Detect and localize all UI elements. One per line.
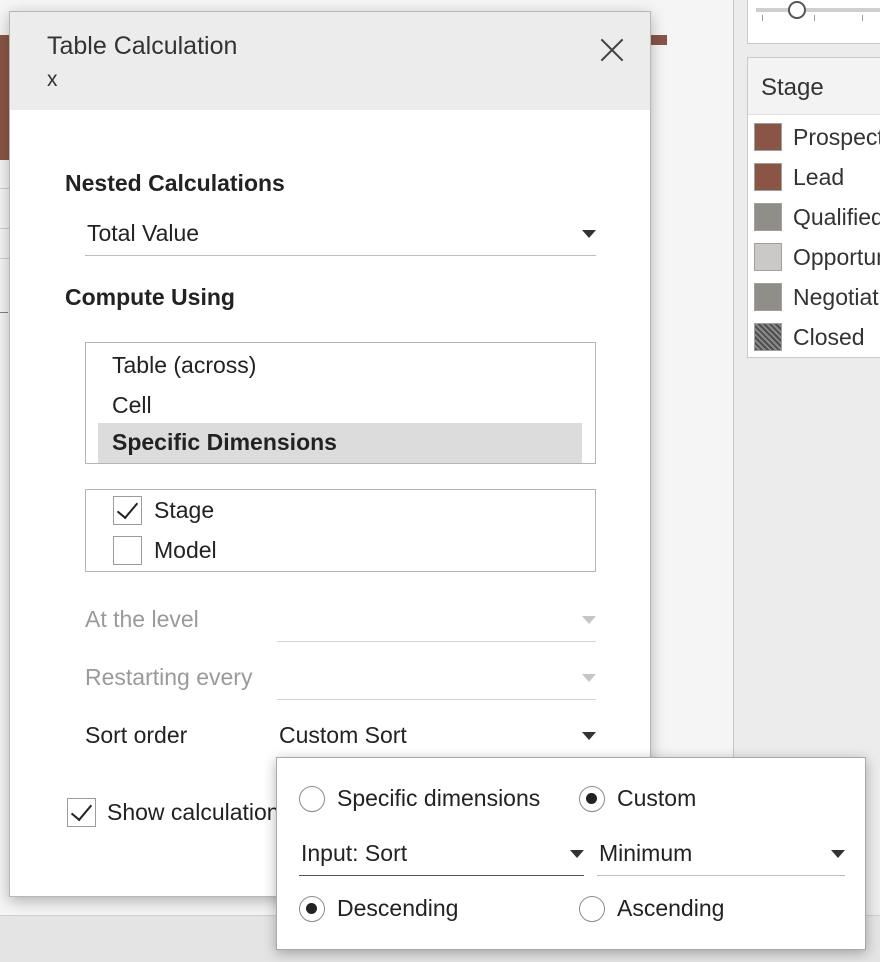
gridline <box>0 312 8 313</box>
sort-order-dropdown[interactable]: Custom Sort <box>277 718 596 758</box>
dropdown-value: Custom Sort <box>279 722 407 748</box>
slider-thumb[interactable] <box>788 1 806 19</box>
dropdown-value: Minimum <box>599 840 693 866</box>
legend-swatch <box>754 243 782 271</box>
radio-label: Ascending <box>617 895 725 921</box>
slider-track[interactable] <box>756 8 880 12</box>
sort-mode-option[interactable]: Custom <box>579 785 696 812</box>
dialog-title: Table Calculation <box>47 32 238 60</box>
legend-title: Stage <box>748 58 880 115</box>
chevron-down-icon <box>831 850 845 858</box>
radio-label: Descending <box>337 895 459 921</box>
radio-button[interactable] <box>299 895 325 922</box>
nested-calculation-dropdown[interactable]: Total Value <box>85 215 596 256</box>
custom-sort-popup: Specific dimensions Custom Input: Sort M… <box>276 757 866 950</box>
legend-item[interactable]: Opportunity <box>754 243 880 271</box>
checkbox-label: Stage <box>154 497 215 523</box>
restarting-every-dropdown[interactable] <box>277 660 596 700</box>
at-level-label: At the level <box>85 606 199 632</box>
stage-checkbox[interactable] <box>113 496 142 525</box>
sort-direction-option[interactable]: Ascending <box>579 895 724 922</box>
legend-label: Negotiation <box>793 283 880 310</box>
legend-swatch <box>754 203 782 231</box>
radio-button[interactable] <box>299 785 325 812</box>
chevron-down-icon <box>570 850 584 858</box>
legend-swatch <box>754 283 782 311</box>
range-slider-card <box>747 0 880 44</box>
nested-calculations-heading: Nested Calculations <box>65 170 285 196</box>
legend-label: Closed <box>793 323 865 350</box>
radio-label: Specific dimensions <box>337 785 541 811</box>
model-checkbox[interactable] <box>113 536 142 565</box>
compute-using-list: Table (across) Cell Specific Dimensions <box>85 342 596 464</box>
legend-item[interactable]: Closed <box>754 323 865 351</box>
stage-legend: Stage Prospect Lead Qualified Opportunit… <box>747 57 880 358</box>
dimension-checkbox-row[interactable]: Model <box>113 536 217 565</box>
sort-field-dropdown[interactable]: Input: Sort <box>299 834 584 876</box>
slider-tick <box>862 15 863 21</box>
sort-order-label: Sort order <box>85 722 188 748</box>
legend-label: Lead <box>793 163 845 190</box>
legend-item[interactable]: Qualified <box>754 203 880 231</box>
chevron-down-icon <box>582 732 596 740</box>
checkbox-label: Model <box>154 537 217 563</box>
legend-item[interactable]: Prospect <box>754 123 880 151</box>
chevron-down-icon <box>582 616 596 624</box>
radio-button[interactable] <box>579 785 605 812</box>
legend-item[interactable]: Negotiation <box>754 283 880 311</box>
sort-direction-option[interactable]: Descending <box>299 895 458 922</box>
dropdown-value: Input: Sort <box>301 840 408 866</box>
sort-mode-option[interactable]: Specific dimensions <box>299 785 540 812</box>
dialog-subtitle: x <box>47 68 58 91</box>
dropdown-value: Total Value <box>87 220 200 246</box>
compute-option[interactable]: Cell <box>98 386 582 426</box>
compute-option[interactable]: Table (across) <box>98 346 582 386</box>
legend-label: Qualified <box>793 203 880 230</box>
legend-swatch <box>754 323 782 351</box>
show-calculation-checkbox[interactable] <box>67 798 96 827</box>
chevron-down-icon <box>582 674 596 682</box>
legend-swatch <box>754 123 782 151</box>
close-icon[interactable] <box>598 36 626 64</box>
dimension-checklist: Stage Model <box>85 489 596 572</box>
legend-swatch <box>754 163 782 191</box>
restarting-every-label: Restarting every <box>85 664 253 690</box>
slider-tick <box>814 15 815 21</box>
at-level-dropdown[interactable] <box>277 602 596 642</box>
legend-label: Opportunity <box>793 243 880 270</box>
compute-option-selected[interactable]: Specific Dimensions <box>98 423 582 463</box>
legend-label: Prospect <box>793 123 880 150</box>
dimension-checkbox-row[interactable]: Stage <box>113 496 214 525</box>
legend-item[interactable]: Lead <box>754 163 844 191</box>
slider-tick <box>762 15 763 21</box>
chevron-down-icon <box>582 230 596 238</box>
compute-using-heading: Compute Using <box>65 284 235 310</box>
radio-button[interactable] <box>579 895 605 922</box>
sort-aggregation-dropdown[interactable]: Minimum <box>597 834 845 876</box>
radio-label: Custom <box>617 785 697 811</box>
dialog-header: Table Calculation x <box>10 12 650 110</box>
